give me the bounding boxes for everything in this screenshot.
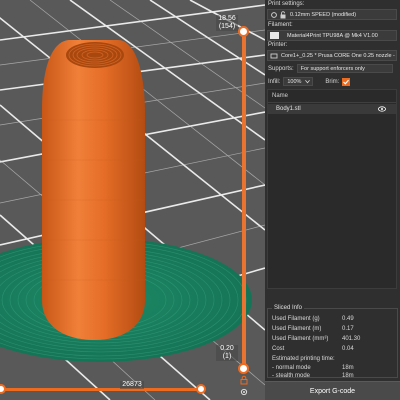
top-layer-number: (154) [218, 23, 236, 30]
info-label: Used Filament (g) [272, 316, 320, 322]
info-value: 0.17 [342, 326, 354, 332]
printer-label: Printer: [268, 42, 288, 48]
info-label: - stealth mode [272, 373, 311, 379]
infill-label: Infill: [268, 78, 281, 85]
supports-label: Supports: [268, 65, 294, 72]
printer-icon [270, 53, 278, 58]
info-label: - normal mode [272, 365, 311, 371]
filament-label: Filament: [268, 22, 293, 28]
layer-slider-bottom-thumb[interactable] [238, 363, 249, 374]
object-row[interactable]: Body1.stl [268, 104, 396, 114]
layer-slider-top-label: 18.56 (154) [216, 15, 238, 31]
print-settings-combo[interactable]: 0.12mm SPEED (modified) [267, 9, 397, 20]
chevron-down-icon [305, 79, 311, 84]
eye-icon[interactable] [378, 106, 386, 112]
infill-value: 100% [287, 78, 302, 85]
sliced-info-box: Sliced Info Used Filament (g) 0.49 Used … [267, 305, 398, 379]
info-row: - stealth mode 18m [272, 373, 396, 379]
info-label: Used Filament (m) [272, 326, 322, 332]
info-value: 401.30 [342, 336, 361, 342]
info-value: 0.04 [342, 346, 354, 352]
filament-combo[interactable]: Material4Print TPU98A @ Mk4 V1.00 [267, 30, 397, 41]
info-row: - normal mode 18m [272, 365, 396, 371]
unlocked-icon [280, 10, 286, 18]
cog-icon[interactable] [239, 387, 249, 397]
info-label: Used Filament (mm³) [272, 336, 329, 342]
print-settings-label: Print settings: [268, 1, 305, 7]
bottom-layer-number: (1) [222, 353, 232, 360]
3d-viewport[interactable]: 18.56 (154) 0.20 (1) 26873 [0, 0, 265, 400]
info-value: 18m [342, 365, 354, 371]
object-list-header: Name [268, 90, 396, 103]
move-slider-fill [0, 388, 200, 391]
build-plate-scene [0, 0, 265, 400]
printer-combo[interactable]: Core1+_0.25 * Prusa CORE One 0.25 nozzle… [267, 50, 397, 61]
bottom-layer-height: 0.20 [220, 345, 234, 352]
info-label: Cost [272, 346, 285, 352]
top-layer-height: 18.56 [218, 15, 236, 22]
filament-color-swatch[interactable] [270, 32, 279, 39]
sliced-info-title: Sliced Info [272, 305, 305, 311]
print-settings-value: 0.12mm SPEED (modified) [290, 11, 357, 18]
object-list[interactable]: Name Body1.stl [267, 89, 397, 289]
info-row: Used Filament (g) 0.49 [272, 316, 396, 322]
gear-icon [271, 11, 277, 18]
export-gcode-button[interactable]: Export G-code [265, 381, 400, 400]
infill-combo[interactable]: 100% [283, 77, 314, 86]
lock-icon[interactable] [239, 375, 249, 385]
brim-checkbox[interactable] [342, 77, 351, 86]
info-row: Cost 0.04 [272, 346, 396, 352]
printed-object-body [42, 40, 145, 340]
info-value: 18m [342, 373, 354, 379]
supports-value: For support enforcers only [300, 65, 365, 72]
prusaslicer-window: 18.56 (154) 0.20 (1) 26873 Print setting… [0, 0, 400, 400]
move-slider-label: 26873 [120, 381, 144, 389]
layer-slider-top-thumb[interactable] [238, 26, 249, 37]
info-value: 0.49 [342, 316, 354, 322]
sidebar-panel: Print settings: 0.12mm SPEED (modified) … [265, 0, 400, 400]
infill-row: Infill: 100% Brim: [268, 76, 398, 87]
printer-value: Core1+_0.25 * Prusa CORE One 0.25 nozzle… [281, 52, 395, 59]
name-column-header: Name [272, 93, 289, 99]
layer-slider-fill [242, 30, 246, 370]
object-name: Body1.stl [276, 106, 301, 112]
checkmark-icon [343, 79, 350, 85]
info-row: Used Filament (m) 0.17 [272, 326, 396, 332]
filament-value: Material4Print TPU98A @ Mk4 V1.00 [287, 32, 378, 39]
layer-slider-bottom-label: 0.20 (1) [216, 345, 238, 361]
brim-label: Brim: [325, 78, 340, 85]
move-slider-right-thumb[interactable] [196, 384, 206, 394]
supports-combo[interactable]: For support enforcers only [296, 64, 393, 73]
supports-row: Supports: For support enforcers only [268, 63, 398, 74]
info-row: Used Filament (mm³) 401.30 [272, 336, 396, 342]
printing-time-title: Estimated printing time: [272, 356, 335, 362]
